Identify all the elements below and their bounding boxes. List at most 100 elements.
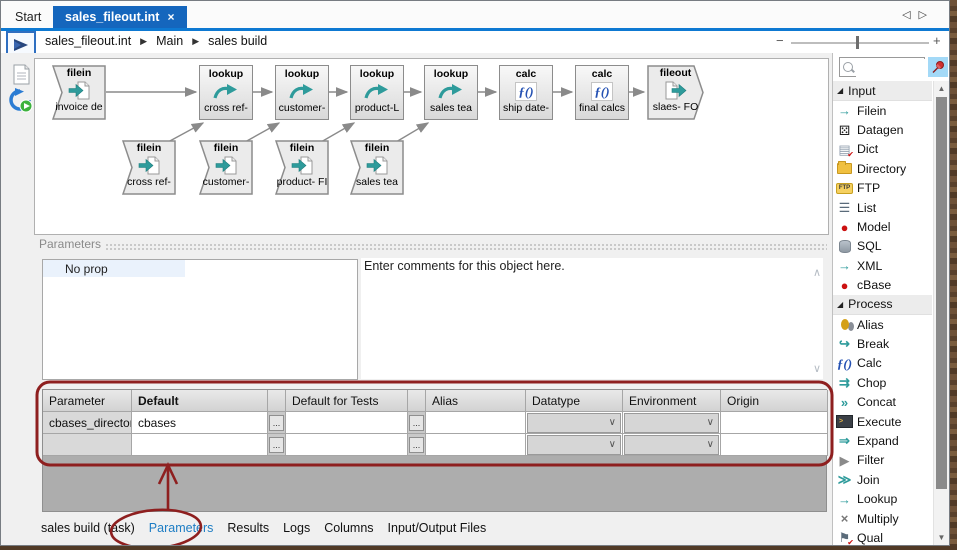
palette-item-cbase[interactable]: ● cBase [833,276,932,295]
zoom-out-button[interactable]: − [776,33,784,48]
palette-item-calc[interactable]: ƒ() Calc [833,354,932,373]
zoom-slider-handle[interactable] [856,36,859,49]
bottom-tab-parameters[interactable]: Parameters [149,521,214,535]
node-lookup[interactable]: lookup cross ref- [199,65,253,120]
ellipsis-button[interactable]: ... [269,436,284,453]
node-filein-icon [350,154,404,176]
palette-item-qual[interactable]: ⚑ ✔ Qual [833,528,932,545]
palette-item-execute[interactable]: > Execute [833,412,932,431]
breadcrumb-item[interactable]: sales_fileout.int [45,34,131,48]
cell-default[interactable]: cbases [132,412,268,434]
bottom-tab-input-output-files[interactable]: Input/Output Files [388,521,487,535]
tab-start[interactable]: Start [3,6,53,28]
node-calc-icon: ƒ() [576,80,628,102]
palette-item-filter[interactable]: ▶ Filter [833,451,932,470]
palette-item-xml[interactable]: → XML [833,256,932,275]
node-filein[interactable]: filein sales tea [350,140,404,195]
breadcrumb-item[interactable]: sales build [208,34,267,48]
ellipsis-button[interactable]: ... [269,414,284,431]
palette-item-join[interactable]: ≫ Join [833,470,932,489]
node-lookup[interactable]: lookup customer- [275,65,329,120]
node-lookup[interactable]: lookup sales tea [424,65,478,120]
node-filein-icon [122,154,176,176]
cell-default_for_tests[interactable] [286,434,408,456]
bottom-tab-columns[interactable]: Columns [324,521,373,535]
breadcrumb-separator-icon: ▶ [192,35,200,46]
cell-default[interactable] [132,434,268,456]
node-name-label: cross ref- [127,176,171,188]
cell-parameter[interactable] [43,434,132,456]
palette-item-concat[interactable]: » Concat [833,392,932,411]
cell-alias[interactable] [426,412,526,434]
palette-item-directory[interactable]: Directory [833,159,932,178]
node-filein[interactable]: filein invoice de [52,65,106,120]
tab-sales_fileout-int[interactable]: sales_fileout.int × [53,6,187,28]
palette-section-input[interactable]: ◢ Input [833,81,932,101]
palette-item-datagen[interactable]: ⚄ Datagen [833,120,932,139]
palette-item-expand[interactable]: ⇒ Expand [833,431,932,450]
chevron-down-icon: ∨ [706,439,714,450]
tab-close-icon[interactable]: × [167,10,174,24]
comments-box[interactable]: Enter comments for this object here. ∧ ∨ [361,258,823,379]
ellipsis-button[interactable]: ... [409,436,424,453]
comments-scroll-up-icon[interactable]: ∧ [813,266,821,279]
breadcrumb-item[interactable]: Main [156,34,183,48]
cell-parameter[interactable]: cbases_directory [43,412,132,434]
node-fileout[interactable]: fileout slaes- FO [647,65,704,120]
node-filein[interactable]: filein customer- [199,140,253,195]
cell-origin[interactable] [721,434,828,456]
tab-nav-right-icon[interactable]: ▷ [919,9,935,21]
palette-item-multiply[interactable]: × Multiply [833,509,932,528]
palette-item-alias[interactable]: Alias [833,315,932,334]
scrollbar-thumb[interactable] [936,97,947,489]
scrollbar-up-icon[interactable]: ▲ [934,84,949,93]
refresh-run-icon[interactable] [8,88,33,118]
palette-search-input[interactable] [856,59,926,77]
palette-section-process[interactable]: ◢ Process [833,294,932,315]
node-calc[interactable]: calc ƒ() final calcs [575,65,629,120]
palette-item-model[interactable]: ● Model [833,217,932,236]
palette-item-label: Lookup [857,492,898,507]
dropdown-datatype[interactable]: ∨ [527,434,621,455]
node-calc[interactable]: calc ƒ() ship date- [499,65,553,120]
workflow-canvas[interactable]: filein invoice de lookup cross ref-lookup cu… [34,58,829,235]
cell-default_for_tests[interactable] [286,412,408,434]
parameters-table: Parameter Default Default for Tests Alias Da… [42,389,828,512]
node-filein[interactable]: filein product- FI [275,140,329,195]
properties-empty-text: No prop [65,261,108,276]
properties-list[interactable]: No prop [42,259,358,380]
bottom-tab-sales-build-task-[interactable]: sales build (task) [41,521,135,535]
palette-item-filein[interactable]: → Filein [833,101,932,120]
palette-pin-button[interactable] [928,57,948,77]
zoom-in-button[interactable]: + [933,33,941,48]
zoom-slider-track[interactable] [791,42,929,44]
node-filein[interactable]: filein cross ref- [122,140,176,195]
check-overlay-icon: ✔ [847,149,854,159]
notes-document-icon[interactable] [13,64,30,90]
bottom-tab-results[interactable]: Results [227,521,269,535]
filter-icon: ▶ [839,452,850,468]
palette-item-sql[interactable]: SQL [833,237,932,256]
dropdown-environment[interactable]: ∨ [624,434,719,455]
scrollbar-down-icon[interactable]: ▼ [934,533,949,542]
palette-item-break[interactable]: ↪ Break [833,334,932,353]
palette-item-label: Break [857,336,890,351]
palette-item-lookup[interactable]: → Lookup [833,489,932,508]
column-header-default: Default [132,390,268,412]
cell-origin[interactable] [721,412,828,434]
dropdown-datatype[interactable]: ∨ [527,412,621,433]
bottom-tab-logs[interactable]: Logs [283,521,310,535]
node-type-label: filein [136,142,162,154]
palette-item-dict[interactable]: ▤ ✔ Dict [833,140,932,159]
ellipsis-button[interactable]: ... [409,414,424,431]
cell-alias[interactable] [426,434,526,456]
dropdown-environment[interactable]: ∨ [624,412,719,433]
expander-icon: ◢ [837,86,844,95]
palette-item-ftp[interactable]: FTP FTP [833,179,932,198]
tab-nav-left-icon[interactable]: ◁ [902,9,918,21]
palette-item-chop[interactable]: ⇉ Chop [833,373,932,392]
palette-item-list[interactable]: ☰ List [833,198,932,217]
comments-scroll-down-icon[interactable]: ∨ [813,362,821,375]
node-lookup[interactable]: lookup product-L [350,65,404,120]
palette-item-list: ◢ Input → Filein ⚄ Datagen ▤ ✔ Dict Directory FTP F… [833,81,932,545]
